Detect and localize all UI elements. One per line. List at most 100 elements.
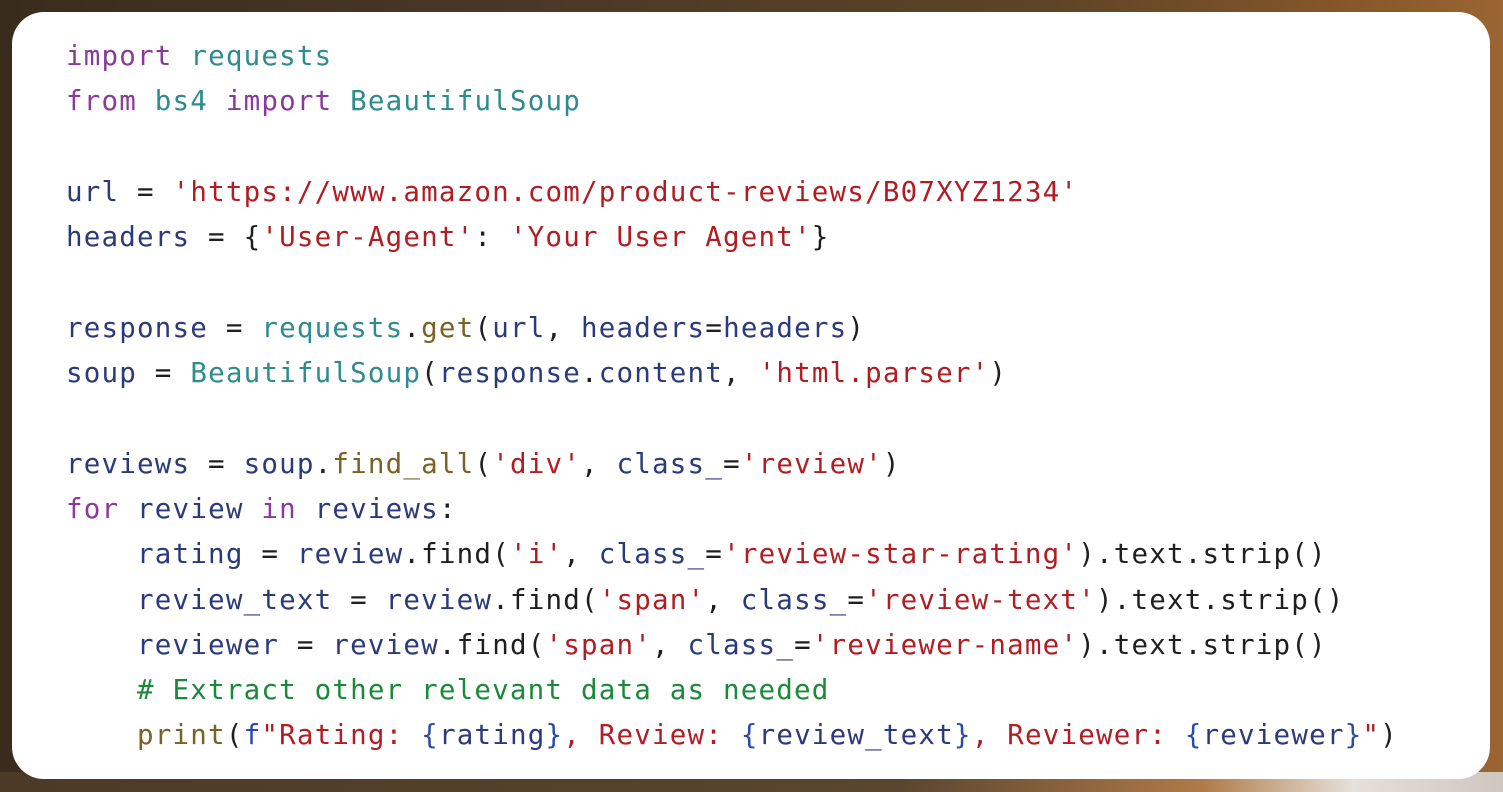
code-token: class_ <box>687 628 795 661</box>
code-line: print(f"Rating: {rating}, Review: {revie… <box>66 713 1398 758</box>
code-line: rating = review.find('i', class_='review… <box>66 532 1398 577</box>
code-token: url <box>66 175 120 208</box>
code-card: import requests from bs4 import Beautiful… <box>12 12 1490 779</box>
code-token: headers <box>723 311 848 344</box>
code-token: .find( <box>403 538 510 571</box>
code-block[interactable]: import requests from bs4 import Beautiful… <box>66 34 1398 759</box>
code-token: ).text.strip() <box>1095 583 1345 616</box>
code-line: # Extract other relevant data as needed <box>66 668 1398 713</box>
code-token: , Review: <box>563 719 741 752</box>
code-token: BeautifulSoup <box>190 357 422 390</box>
code-token: in <box>261 492 297 525</box>
code-token: rating <box>438 719 546 752</box>
code-token: reviews <box>314 492 439 525</box>
code-token: ( <box>421 357 439 390</box>
code-token: = <box>190 447 244 480</box>
code-token: = <box>794 628 812 661</box>
code-token: rating <box>137 538 244 571</box>
code-token: ).text.strip() <box>1078 538 1327 571</box>
code-token: ( <box>225 719 244 752</box>
code-token: ).text.strip() <box>1078 628 1327 661</box>
code-token: = <box>208 311 262 344</box>
code-line: reviewer = review.find('span', class_='r… <box>66 623 1398 668</box>
code-token: : <box>474 221 510 254</box>
code-token: { <box>1184 719 1203 752</box>
code-token: .find( <box>492 583 599 616</box>
code-token: find_all <box>332 447 475 480</box>
code-token: 'reviewer-name' <box>811 628 1079 661</box>
code-token: print <box>137 719 226 752</box>
code-token: = <box>243 538 297 571</box>
code-token: = <box>847 583 866 616</box>
code-token: review <box>137 492 244 525</box>
code-token: 'review-star-rating' <box>723 538 1079 571</box>
code-token: review <box>332 628 439 661</box>
code-token: , <box>545 311 582 344</box>
code-token: headers <box>66 221 191 254</box>
code-token: 'User-Agent' <box>261 221 475 254</box>
code-token: { <box>740 719 759 752</box>
code-token: } <box>545 719 564 752</box>
code-token: 'Your User Agent' <box>509 221 812 254</box>
code-token: review <box>385 583 493 616</box>
code-token: } <box>811 221 830 254</box>
code-token: review_text <box>137 583 333 616</box>
code-token: 'review-text' <box>865 583 1096 616</box>
code-token: import <box>225 85 333 118</box>
code-token: , <box>705 583 741 616</box>
code-token: for <box>66 492 120 525</box>
code-token: 'span' <box>598 583 706 616</box>
code-token: . <box>403 311 422 344</box>
code-token: } <box>953 719 972 752</box>
code-token: response <box>438 357 581 390</box>
code-token: review_text <box>758 719 954 752</box>
code-token: , <box>581 447 617 480</box>
code-line: url = 'https://www.amazon.com/product-re… <box>66 170 1398 215</box>
code-token: , <box>563 538 599 571</box>
code-token: 'div' <box>492 447 581 480</box>
code-token: = <box>119 175 173 208</box>
code-token: reviewer <box>1202 719 1345 752</box>
code-token: soup <box>243 447 315 480</box>
code-token: " <box>1362 719 1381 752</box>
code-token: } <box>1344 719 1363 752</box>
code-token: = <box>705 311 724 344</box>
code-token: requests <box>261 311 404 344</box>
code-token: ) <box>882 447 901 480</box>
code-token: 'html.parser' <box>758 357 990 390</box>
code-token: . <box>580 357 599 390</box>
code-token: class_ <box>598 538 706 571</box>
code-token: : <box>438 492 457 525</box>
code-token: ) <box>847 311 866 344</box>
code-token: requests <box>190 40 333 72</box>
code-token: headers <box>581 311 706 344</box>
code-token: ) <box>1380 719 1398 752</box>
code-line: review_text = review.find('span', class_… <box>66 578 1398 623</box>
code-token: response <box>66 311 209 344</box>
code-token: ) <box>989 357 1008 390</box>
code-line: import requests <box>66 34 1398 79</box>
code-token: { <box>421 719 439 752</box>
code-token: 'https://www.amazon.com/product-reviews/… <box>172 175 1079 208</box>
code-token: , <box>652 628 688 661</box>
code-token: 'span' <box>545 628 653 661</box>
code-token: from <box>66 85 138 118</box>
code-token: ( <box>474 311 493 344</box>
code-line: from bs4 import BeautifulSoup <box>66 79 1398 124</box>
code-line: headers = {'User-Agent': 'Your User Agen… <box>66 215 1398 260</box>
code-token: f <box>243 719 262 752</box>
code-token: = { <box>190 221 262 254</box>
code-token: reviewer <box>137 628 280 661</box>
code-token: class_ <box>740 583 848 616</box>
code-token: = <box>332 583 386 616</box>
code-token: get <box>421 311 475 344</box>
code-token: url <box>492 311 546 344</box>
